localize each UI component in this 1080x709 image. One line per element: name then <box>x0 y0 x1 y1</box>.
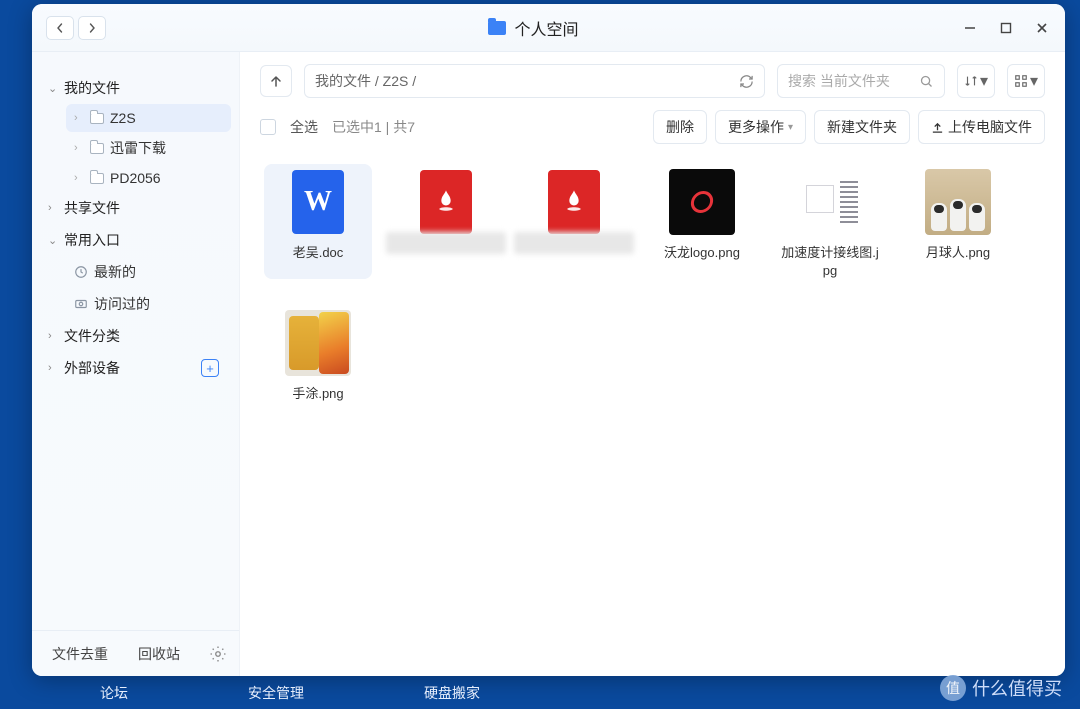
watermark-badge: 值 <box>940 675 966 701</box>
sidebar-item-label: PD2056 <box>110 170 161 186</box>
file-thumbnail <box>668 168 736 236</box>
folder-icon <box>90 113 104 124</box>
sidebar-group-label: 文件分类 <box>64 326 120 346</box>
sidebar-item-访问过的[interactable]: 访问过的 <box>66 288 231 320</box>
sidebar-item-Z2S[interactable]: › Z2S <box>66 104 231 132</box>
sidebar-group-label: 共享文件 <box>64 198 120 218</box>
selection-toolbar: 全选 已选中1 | 共7 删除 更多操作▾ 新建文件夹 上传电脑文件 <box>240 98 1065 156</box>
sidebar-group-label: 我的文件 <box>64 78 120 98</box>
main-pane: 我的文件 / Z2S / 搜索 当前文件夹 ▾ ▾ <box>240 52 1065 676</box>
minimize-button[interactable] <box>961 19 979 37</box>
chevron-icon: ⌄ <box>48 234 60 247</box>
chevron-icon: › <box>48 330 60 342</box>
search-placeholder: 搜索 当前文件夹 <box>788 71 890 91</box>
search-input[interactable]: 搜索 当前文件夹 <box>777 64 945 98</box>
sidebar: ⌄ 我的文件 › Z2S › 迅雷下载 › PD2056 › 共享文件 ⌄ 常用入口最新的访问过的 › 文… <box>32 52 240 676</box>
file-item[interactable]: 漫云 <box>392 164 500 279</box>
chevron-icon: › <box>48 202 60 214</box>
upload-button[interactable]: 上传电脑文件 <box>918 110 1045 144</box>
nav-back-button[interactable] <box>46 16 74 40</box>
folder-icon <box>90 173 104 184</box>
file-name: 加速度计接线图.jpg <box>778 244 882 279</box>
trash-button[interactable]: 回收站 <box>128 640 190 668</box>
view-mode-button[interactable]: ▾ <box>1007 64 1045 98</box>
file-thumbnail <box>412 168 480 236</box>
file-name: 老吴.doc <box>293 244 344 262</box>
path-text: 我的文件 / Z2S / <box>315 71 416 91</box>
sidebar-item-迅雷下载[interactable]: › 迅雷下载 <box>66 132 231 164</box>
more-actions-button[interactable]: 更多操作▾ <box>715 110 806 144</box>
chevron-icon: › <box>74 112 84 124</box>
file-name: 月球人.png <box>926 244 990 262</box>
upload-icon <box>931 121 944 134</box>
file-thumbnail <box>284 309 352 377</box>
file-item[interactable]: 月球人.png <box>904 164 1012 279</box>
file-name: 沃龙logo.png <box>664 244 740 262</box>
select-all-label: 全选 <box>290 117 318 137</box>
file-thumbnail: W <box>284 168 352 236</box>
nav-forward-button[interactable] <box>78 16 106 40</box>
new-folder-button[interactable]: 新建文件夹 <box>814 110 910 144</box>
dedupe-button[interactable]: 文件去重 <box>42 640 118 668</box>
file-grid: W 老吴.doc 漫云漫云沃龙logo.png 加速度计接线图.jpg 月球人.png 手… <box>240 156 1065 676</box>
settings-gear-icon[interactable] <box>207 643 229 665</box>
sidebar-group-常用入口[interactable]: ⌄ 常用入口 <box>40 224 231 256</box>
file-thumbnail <box>540 168 608 236</box>
watermark: 值 什么值得买 <box>940 675 1062 701</box>
path-toolbar: 我的文件 / Z2S / 搜索 当前文件夹 ▾ ▾ <box>240 52 1065 98</box>
folder-icon <box>488 21 506 35</box>
dock-item[interactable]: 硬盘搬家 <box>424 683 480 703</box>
chevron-icon: › <box>48 362 60 374</box>
refresh-icon[interactable] <box>739 74 754 89</box>
folder-icon <box>90 143 104 154</box>
window-title: 个人空间 <box>514 16 578 40</box>
dock-hints: 论坛 安全管理 硬盘搬家 <box>0 683 1080 703</box>
watermark-text: 什么值得买 <box>972 675 1062 701</box>
file-item[interactable]: 漫云 <box>520 164 628 279</box>
sidebar-group-label: 常用入口 <box>64 230 120 250</box>
sidebar-item-label: 迅雷下载 <box>110 138 166 158</box>
sidebar-group-共享文件[interactable]: › 共享文件 <box>40 192 231 224</box>
selection-info: 已选中1 | 共7 <box>332 117 415 137</box>
sort-button[interactable]: ▾ <box>957 64 995 98</box>
sidebar-group-文件分类[interactable]: › 文件分类 <box>40 320 231 352</box>
clock-icon <box>74 265 88 279</box>
search-icon <box>919 74 934 89</box>
file-item[interactable]: 手涂.png <box>264 305 372 403</box>
titlebar: 个人空间 <box>32 4 1065 52</box>
sidebar-item-label: 最新的 <box>94 262 136 282</box>
breadcrumb-path[interactable]: 我的文件 / Z2S / <box>304 64 765 98</box>
file-item[interactable]: W 老吴.doc <box>264 164 372 279</box>
chevron-icon: ⌄ <box>48 82 60 95</box>
dock-item[interactable]: 安全管理 <box>248 683 304 703</box>
sidebar-item-最新的[interactable]: 最新的 <box>66 256 231 288</box>
file-name: 手涂.png <box>292 385 343 403</box>
file-item[interactable]: 加速度计接线图.jpg <box>776 164 884 279</box>
close-button[interactable] <box>1033 19 1051 37</box>
sidebar-item-label: 访问过的 <box>94 294 150 314</box>
nav-group <box>46 16 106 40</box>
camera-icon <box>74 297 88 311</box>
sidebar-group-我的文件[interactable]: ⌄ 我的文件 <box>40 72 231 104</box>
file-manager-window: 个人空间 ⌄ 我的文件 › Z2S › 迅雷下载 › PD2056 › 共享文件 ⌄ 常用入口最新的访… <box>32 4 1065 676</box>
file-thumbnail <box>924 168 992 236</box>
sidebar-footer: 文件去重 回收站 <box>32 630 239 676</box>
go-up-button[interactable] <box>260 65 292 97</box>
sidebar-group-外部设备[interactable]: › 外部设备 + <box>40 352 231 384</box>
select-all-checkbox[interactable] <box>260 119 276 135</box>
file-item[interactable]: 沃龙logo.png <box>648 164 756 279</box>
add-device-button[interactable]: + <box>201 359 219 377</box>
file-thumbnail <box>796 168 864 236</box>
delete-button[interactable]: 删除 <box>653 110 707 144</box>
sidebar-group-label: 外部设备 <box>64 358 120 378</box>
maximize-button[interactable] <box>997 19 1015 37</box>
sidebar-item-PD2056[interactable]: › PD2056 <box>66 164 231 192</box>
sidebar-item-label: Z2S <box>110 110 136 126</box>
chevron-icon: › <box>74 172 84 184</box>
dock-item[interactable]: 论坛 <box>100 683 128 703</box>
chevron-icon: › <box>74 142 84 154</box>
